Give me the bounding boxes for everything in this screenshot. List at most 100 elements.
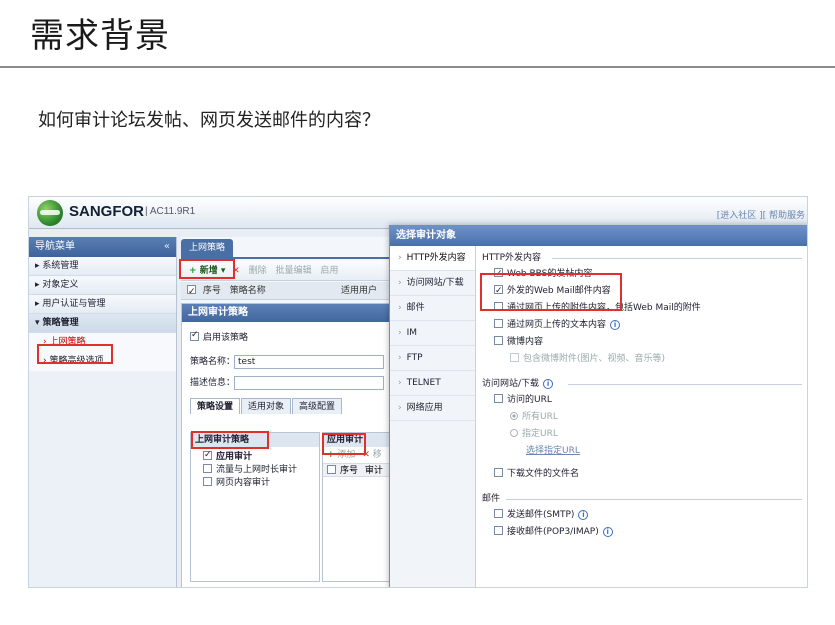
policy-name-label: 策略名称：: [190, 357, 236, 367]
remove-rule-label[interactable]: 移: [373, 450, 382, 460]
audit-type-app[interactable]: 应用审计: [191, 449, 319, 464]
top-links[interactable]: [进入社区 ][ 帮助服务: [717, 208, 805, 221]
info-icon[interactable]: i: [578, 510, 589, 520]
category-web[interactable]: › 访问网站/下载: [390, 271, 475, 296]
web-audit-label: 网页内容审计: [216, 478, 271, 488]
section-divider: [552, 258, 802, 259]
highlight-app-audit: [191, 431, 269, 449]
all-url-label: 所有URL: [522, 412, 558, 422]
download-label: 下载文件的文件名: [507, 469, 580, 479]
traffic-audit-label: 流量与上网时长审计: [216, 465, 298, 475]
brand-name: SANGFOR: [69, 203, 144, 220]
highlight-internet-policy: [37, 344, 113, 364]
category-telnet[interactable]: › TELNET: [390, 371, 475, 396]
audit-type-web[interactable]: 网页内容审计: [191, 477, 319, 490]
nav-item-objects[interactable]: ▸ 对象定义: [29, 276, 176, 295]
url-label: 访问的URL: [507, 395, 552, 405]
enable-policy-checkbox[interactable]: [190, 330, 199, 341]
nav-header: 导航菜单 «: [29, 237, 176, 257]
app-audit-checkbox[interactable]: [203, 449, 212, 462]
chevron-right-icon: ›: [398, 378, 402, 388]
pop-checkbox[interactable]: [494, 526, 503, 535]
opt-spec-url[interactable]: 指定URL: [482, 426, 806, 443]
category-netapp-label: 网络应用: [406, 403, 443, 413]
upload-text-label: 通过网页上传的文本内容: [507, 320, 607, 330]
select-all-checkbox[interactable]: [187, 283, 196, 301]
enable-button[interactable]: 启用: [320, 266, 338, 276]
category-ftp-label: FTP: [406, 353, 423, 363]
pop-label: 接收邮件(POP3/IMAP): [507, 527, 599, 537]
url-checkbox[interactable]: [494, 394, 503, 403]
section-http: HTTP外发内容: [482, 250, 806, 266]
audit-type-traffic[interactable]: 流量与上网时长审计: [191, 464, 319, 477]
category-im[interactable]: › IM: [390, 321, 475, 346]
opt-url[interactable]: 访问的URL: [482, 392, 806, 409]
spec-url-radio[interactable]: [510, 429, 518, 437]
tab-internet-policy[interactable]: 上网策略: [181, 239, 234, 257]
tab-policy-settings[interactable]: 策略设置: [190, 398, 241, 414]
smtp-checkbox[interactable]: [494, 509, 503, 518]
opt-weibo[interactable]: 微博内容: [482, 334, 806, 351]
sangfor-logo-icon: [37, 200, 63, 226]
col-seq: 序号: [202, 286, 221, 296]
category-web-label: 访问网站/下载: [406, 278, 464, 288]
info-icon[interactable]: i: [543, 379, 554, 389]
weibo-attach-checkbox[interactable]: [510, 353, 519, 362]
audit-type-panel: 上网审计策略 应用审计 流量与上网时长审计 网页内容审计: [190, 432, 320, 582]
opt-upload-text[interactable]: 通过网页上传的文本内容 i: [482, 317, 806, 334]
nav-item-policy[interactable]: ▾ 策略管理: [29, 314, 176, 333]
smtp-label: 发送邮件(SMTP): [507, 510, 575, 520]
chevron-right-icon: ›: [398, 278, 402, 288]
category-mail[interactable]: › 邮件: [390, 296, 475, 321]
dialog-categories: › HTTP外发内容 › 访问网站/下载 › 邮件 › IM › FTP › TELNET …: [390, 246, 476, 587]
category-http[interactable]: › HTTP外发内容: [390, 246, 475, 271]
section-mail-title: 邮件: [482, 494, 501, 504]
category-im-label: IM: [406, 328, 418, 338]
nav-item-system[interactable]: ▸ 系统管理: [29, 257, 176, 276]
policy-name-input[interactable]: test: [234, 355, 384, 369]
category-ftp[interactable]: › FTP: [390, 346, 475, 371]
upload-text-checkbox[interactable]: [494, 319, 503, 328]
chevron-right-icon: ›: [398, 353, 402, 363]
policy-desc-input[interactable]: [234, 376, 384, 390]
app-select-all-checkbox[interactable]: [327, 465, 336, 474]
choose-url-link[interactable]: 选择指定URL: [482, 443, 806, 460]
section-divider: [506, 499, 802, 500]
info-icon[interactable]: i: [610, 320, 621, 330]
weibo-attach-label: 包含微博附件(图片、视频、音乐等): [523, 354, 666, 364]
category-netapp[interactable]: › 网络应用: [390, 396, 475, 421]
opt-smtp[interactable]: 发送邮件(SMTP) i: [482, 507, 806, 524]
info-icon[interactable]: i: [602, 527, 613, 537]
all-url-radio[interactable]: [510, 412, 518, 420]
collapse-icon[interactable]: «: [164, 237, 170, 257]
delete-button[interactable]: 删除: [249, 266, 267, 276]
web-audit-checkbox[interactable]: [203, 477, 212, 486]
opt-weibo-attach[interactable]: 包含微博附件(图片、视频、音乐等): [482, 351, 806, 368]
dialog-title: 选择审计对象: [390, 226, 807, 246]
download-checkbox[interactable]: [494, 468, 503, 477]
highlight-http-options: [480, 273, 622, 311]
tab-advanced[interactable]: 高级配置: [292, 398, 343, 414]
app-version: | AC11.9R1: [145, 206, 196, 217]
col-user: 适用用户: [341, 286, 378, 296]
nav-item-auth[interactable]: ▸ 用户认证与管理: [29, 295, 176, 314]
opt-all-url[interactable]: 所有URL: [482, 409, 806, 426]
highlight-add-rule: [322, 433, 366, 455]
tab-applied-objects[interactable]: 适用对象: [241, 398, 292, 414]
batch-edit-button[interactable]: 批量编辑: [276, 266, 312, 276]
section-http-title: HTTP外发内容: [482, 253, 542, 263]
section-mail: 邮件: [482, 491, 806, 507]
section-web-title: 访问网站/下载: [482, 379, 540, 389]
category-mail-label: 邮件: [406, 303, 425, 313]
category-http-label: HTTP外发内容: [406, 253, 466, 263]
section-web: 访问网站/下载 i: [482, 376, 806, 392]
traffic-audit-checkbox[interactable]: [203, 464, 212, 473]
app-col-audit: 审计: [364, 466, 383, 476]
nav-menu: 导航菜单 « ▸ 系统管理 ▸ 对象定义 ▸ 用户认证与管理 ▾ 策略管理 › …: [29, 237, 177, 587]
category-telnet-label: TELNET: [406, 378, 441, 388]
spec-url-label: 指定URL: [522, 429, 558, 439]
opt-download[interactable]: 下载文件的文件名: [482, 466, 806, 483]
weibo-checkbox[interactable]: [494, 336, 503, 345]
chevron-right-icon: ›: [398, 303, 402, 313]
opt-pop[interactable]: 接收邮件(POP3/IMAP) i: [482, 524, 806, 541]
